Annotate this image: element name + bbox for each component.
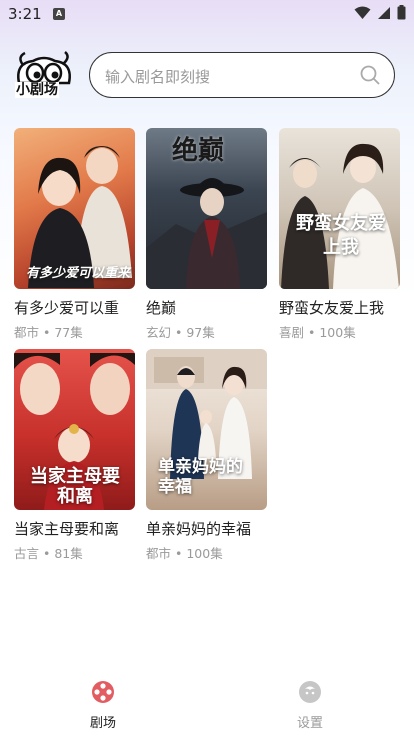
drama-meta: 都市 • 77集 bbox=[14, 322, 135, 341]
drama-card[interactable]: 当家主母要和离 当家主母要和离 古言 • 81集 bbox=[14, 349, 135, 562]
drama-genre: 古言 bbox=[14, 546, 40, 561]
bottom-nav: 剧场 设置 bbox=[0, 672, 414, 737]
search-input[interactable]: 输入剧名即刻搜 bbox=[105, 66, 210, 87]
meta-separator: • bbox=[175, 325, 183, 340]
app-logo: 小剧场 bbox=[13, 49, 75, 105]
status-icons bbox=[354, 5, 406, 20]
drama-episodes: 100集 bbox=[186, 546, 223, 561]
drama-genre: 都市 bbox=[146, 546, 172, 561]
search-icon[interactable] bbox=[360, 65, 380, 85]
tab-theater-label: 剧场 bbox=[89, 716, 116, 731]
drama-title: 当家主母要和离 bbox=[14, 520, 120, 538]
drama-meta: 喜剧 • 100集 bbox=[279, 322, 400, 341]
logo-text: 小剧场 bbox=[15, 82, 59, 98]
poster-title: 绝巅 bbox=[172, 136, 225, 166]
drama-poster[interactable]: 野蛮女友爱上我 bbox=[279, 128, 400, 289]
drama-episodes: 81集 bbox=[54, 546, 83, 561]
drama-poster[interactable]: 单亲妈妈的幸福 bbox=[146, 349, 267, 510]
drama-card[interactable]: 有多少爱可以重来 有多少爱可以重 都市 • 77集 bbox=[14, 128, 135, 341]
tab-settings-label: 设置 bbox=[296, 716, 323, 731]
poster-title: 当家主母要和离 bbox=[30, 466, 120, 507]
poster-title: 单亲妈妈的幸福 bbox=[158, 457, 243, 497]
poster-figures bbox=[281, 143, 399, 289]
drama-meta: 都市 • 100集 bbox=[146, 543, 267, 562]
drama-meta: 玄幻 • 97集 bbox=[146, 322, 267, 341]
drama-genre: 喜剧 bbox=[279, 325, 305, 340]
drama-card[interactable]: 野蛮女友爱上我 野蛮女友爱上我 喜剧 • 100集 bbox=[279, 128, 400, 341]
drama-genre: 都市 bbox=[14, 325, 40, 340]
drama-meta: 古言 • 81集 bbox=[14, 543, 135, 562]
meta-separator: • bbox=[43, 325, 51, 340]
poster-title: 有多少爱可以重来 bbox=[26, 266, 131, 281]
battery-icon bbox=[397, 5, 406, 20]
search-bar[interactable]: 输入剧名即刻搜 bbox=[89, 52, 395, 98]
tab-theater[interactable]: 剧场 bbox=[73, 680, 133, 731]
drama-card[interactable]: 单亲妈妈的幸福 单亲妈妈的幸福 都市 • 100集 bbox=[146, 349, 267, 562]
drama-title: 绝巅 bbox=[146, 299, 177, 317]
meta-separator: • bbox=[175, 546, 183, 561]
status-bar: 3:21 A bbox=[0, 0, 414, 30]
drama-title: 有多少爱可以重 bbox=[14, 299, 120, 317]
drama-title: 单亲妈妈的幸福 bbox=[146, 520, 252, 538]
drama-poster[interactable]: 有多少爱可以重来 bbox=[14, 128, 135, 289]
meta-separator: • bbox=[308, 325, 316, 340]
drama-episodes: 100集 bbox=[319, 325, 356, 340]
drama-title: 野蛮女友爱上我 bbox=[279, 299, 385, 317]
status-time: 3:21 bbox=[8, 5, 42, 23]
drama-card[interactable]: 绝巅 绝巅 玄幻 • 97集 bbox=[146, 128, 267, 341]
notification-icon: A bbox=[53, 8, 65, 20]
meta-separator: • bbox=[43, 546, 51, 561]
drama-episodes: 77集 bbox=[54, 325, 83, 340]
drama-genre: 玄幻 bbox=[146, 325, 172, 340]
drama-poster[interactable]: 绝巅 bbox=[146, 128, 267, 289]
drama-poster[interactable]: 当家主母要和离 bbox=[14, 349, 135, 510]
settings-icon bbox=[299, 681, 321, 703]
poster-title: 野蛮女友爱上我 bbox=[296, 213, 386, 258]
tab-settings[interactable]: 设置 bbox=[280, 680, 340, 731]
signal-icon bbox=[378, 6, 390, 19]
header: 小剧场 输入剧名即刻搜 bbox=[0, 45, 414, 110]
drama-episodes: 97集 bbox=[186, 325, 215, 340]
wifi-icon bbox=[354, 6, 371, 19]
film-reel-icon bbox=[92, 681, 114, 703]
